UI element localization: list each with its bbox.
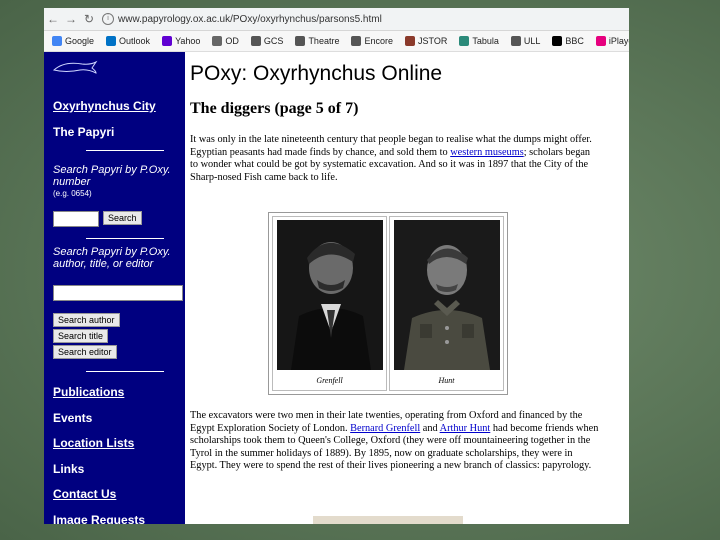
search-author-button[interactable]: Search author [53, 313, 120, 327]
portrait-cell-hunt: Hunt [389, 216, 504, 391]
sidebar-link-location-lists[interactable]: Location Lists [53, 436, 134, 450]
search-number-hint: (e.g. 0654) [53, 189, 92, 198]
main-content: POxy: Oxyrhynchus Online The diggers (pa… [190, 52, 625, 524]
reload-icon[interactable]: ↻ [80, 12, 98, 26]
jstor-icon [405, 36, 415, 46]
gcs-icon [250, 36, 261, 46]
grenfell-photo [276, 220, 383, 370]
bookmark-encore[interactable]: Encore [351, 36, 393, 46]
bookmarks-bar: Google Outlook Yahoo OD GCS Theatre Enco… [44, 31, 629, 52]
encore-icon [351, 36, 362, 46]
outlook-icon [106, 36, 117, 46]
sidebar-link-image-requests[interactable]: Image Requests [53, 513, 145, 524]
theatre-icon [295, 36, 306, 46]
link-arthur-hunt[interactable]: Arthur Hunt [440, 423, 491, 434]
back-icon[interactable]: ← [44, 12, 62, 26]
bookmark-yahoo[interactable]: Yahoo [162, 36, 200, 46]
sidebar-link-papyri[interactable]: The Papyri [53, 125, 114, 139]
sidebar-link-links[interactable]: Links [53, 462, 84, 476]
bookmark-bbc[interactable]: BBC [552, 36, 584, 46]
bookmark-iplayer[interactable]: iPlayer [595, 36, 629, 46]
page-subtitle: The diggers (page 5 of 7) [190, 100, 359, 117]
sidebar-link-publications[interactable]: Publications [53, 385, 124, 399]
paragraph-intro: It was only in the late nineteenth centu… [190, 134, 600, 184]
search-author-label: Search Papyri by P.Oxy. author, title, o… [53, 246, 171, 270]
search-button[interactable]: Search [103, 211, 142, 225]
address-bar: ← → ↻ i www.papyrology.ox.ac.uk/POxy/oxy… [44, 8, 629, 31]
sidebar-link-events[interactable]: Events [53, 411, 92, 425]
yahoo-icon [162, 36, 173, 46]
bookmark-theatre[interactable]: Theatre [295, 36, 339, 46]
forward-icon[interactable]: → [62, 12, 80, 26]
portrait-cell-grenfell: Grenfell [272, 216, 387, 391]
bookmark-outlook[interactable]: Outlook [106, 36, 150, 46]
link-bernard-grenfell[interactable]: Bernard Grenfell [350, 423, 420, 434]
bookmark-od[interactable]: OD [212, 36, 239, 46]
info-icon[interactable]: i [102, 13, 114, 25]
hunt-photo [393, 220, 500, 370]
bookmark-ull[interactable]: ULL [510, 36, 540, 46]
paragraph-text: and [420, 422, 440, 434]
link-western-museums[interactable]: western museums [450, 147, 524, 158]
od-icon [212, 36, 223, 46]
sidebar-link-contact-us[interactable]: Contact Us [53, 487, 116, 501]
caption-grenfell: Grenfell [316, 376, 343, 385]
iplayer-icon [595, 36, 606, 46]
portrait-table: Grenfell Hunt [268, 212, 508, 395]
bookmark-google[interactable]: Google [52, 36, 94, 46]
sidebar-link-city[interactable]: Oxyrhynchus City [53, 99, 156, 113]
sidebar: Oxyrhynchus City The Papyri Search Papyr… [44, 52, 185, 524]
search-title-button[interactable]: Search title [53, 329, 109, 343]
paragraph-excavators: The excavators were two men in their lat… [190, 410, 600, 473]
ull-icon [510, 36, 521, 46]
divider [86, 150, 164, 151]
bookmark-tabula[interactable]: Tabula [459, 36, 499, 46]
fish-logo-icon [52, 60, 98, 74]
bookmark-jstor[interactable]: JSTOR [405, 36, 447, 46]
url-field[interactable]: i www.papyrology.ox.ac.uk/POxy/oxyrhynch… [102, 13, 382, 25]
divider [86, 371, 164, 372]
google-icon [52, 36, 62, 46]
page-title: POxy: Oxyrhynchus Online [190, 62, 443, 85]
caption-hunt: Hunt [438, 376, 455, 385]
bookmark-gcs[interactable]: GCS [250, 36, 283, 46]
search-number-input[interactable] [53, 211, 99, 227]
browser-window: ← → ↻ i www.papyrology.ox.ac.uk/POxy/oxy… [44, 8, 629, 524]
url-text[interactable]: www.papyrology.ox.ac.uk/POxy/oxyrhynchus… [118, 14, 382, 25]
papyrus-image-strip [313, 516, 463, 524]
search-editor-button[interactable]: Search editor [53, 345, 117, 359]
search-number-label: Search Papyri by P.Oxy. number [53, 164, 171, 188]
bbc-icon [552, 36, 563, 46]
search-author-input[interactable] [53, 285, 183, 301]
divider [86, 238, 164, 239]
tabula-icon [459, 36, 470, 46]
